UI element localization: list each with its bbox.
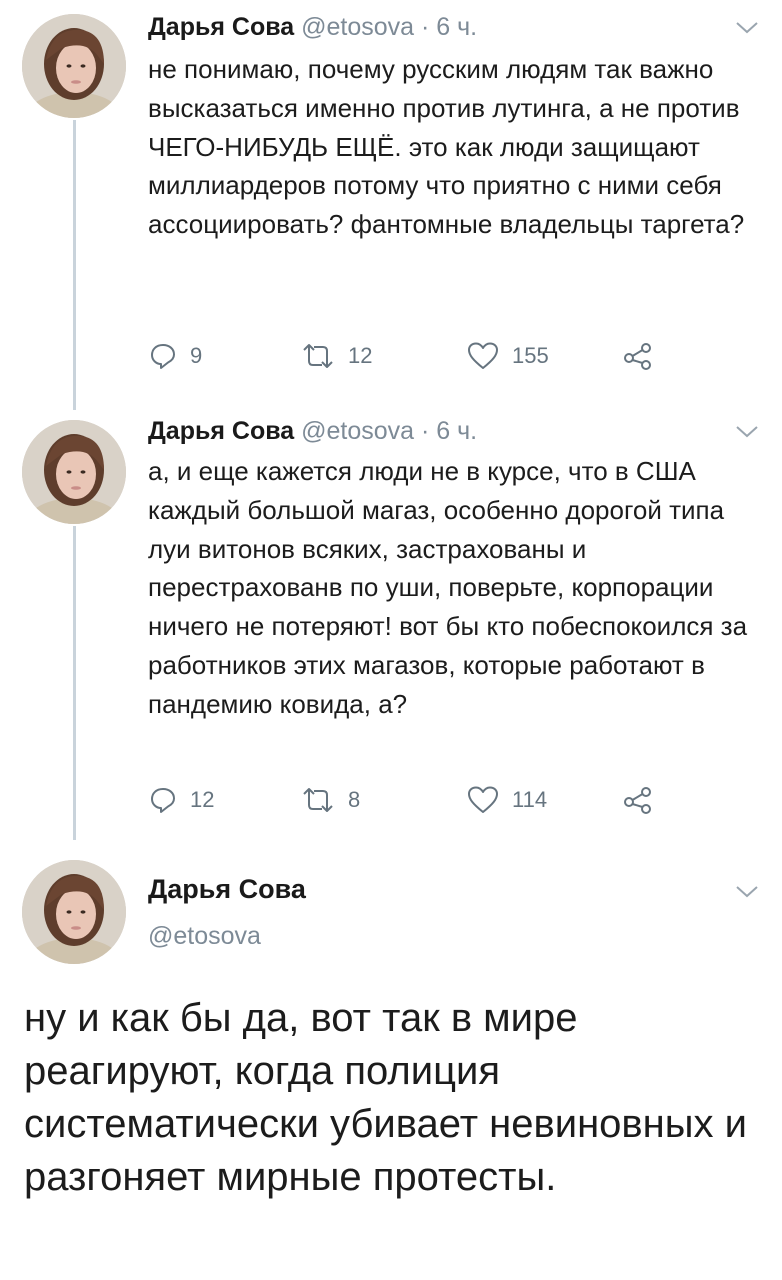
main-tweet[interactable]: Дарья Сова @etosova ну и как бы да, вот … [0,850,782,1280]
share-button[interactable] [622,338,654,374]
chevron-down-icon[interactable] [734,20,760,36]
heart-icon [468,342,498,369]
reply-icon [151,788,175,813]
retweet-count: 8 [348,787,361,812]
reply-icon [151,344,175,369]
share-icon [624,343,651,370]
reply-count: 9 [190,343,203,368]
heart-icon [468,786,498,813]
tweet-actions: 9 12 155 [148,338,668,374]
thread-tweet-2[interactable]: Дарья Сова @etosova · 6 ч. а, и еще каже… [0,410,782,850]
retweet-icon [303,788,333,812]
like-button[interactable]: 155 [466,338,549,374]
author-name[interactable]: Дарья Сова [148,874,306,905]
tweet-text: ну и как бы да, вот так в мире реагируют… [24,996,747,1199]
tweet-header: Дарья Сова @etosova · 6 ч. [148,12,477,42]
reply-count: 12 [190,787,215,812]
avatar[interactable] [22,420,126,524]
reply-button[interactable]: 9 [148,338,202,374]
share-button[interactable] [622,782,654,818]
author-meta: @etosova · 6 ч. [301,417,478,445]
tweet-text: а, и еще кажется люди не в курсе, что в … [148,456,748,719]
tweet-text: не понимаю, почему русским людям так важ… [148,54,745,240]
like-button[interactable]: 114 [466,782,547,818]
tweet-actions: 12 8 114 [148,782,668,818]
thread-tweet-1[interactable]: Дарья Сова @etosova · 6 ч. не понимаю, п… [0,0,782,410]
author-meta: @etosova · 6 ч. [301,13,478,41]
like-count: 114 [512,787,548,812]
chevron-down-icon[interactable] [734,424,760,440]
avatar[interactable] [22,860,126,964]
avatar[interactable] [22,14,126,118]
author-name[interactable]: Дарья Сова [148,417,294,445]
tweet-header: Дарья Сова @etosova · 6 ч. [148,416,477,446]
share-icon [624,787,651,814]
reply-button[interactable]: 12 [148,782,214,818]
retweet-button[interactable]: 8 [300,782,360,818]
retweet-count: 12 [348,343,373,368]
author-handle[interactable]: @etosova [148,922,261,951]
chevron-down-icon[interactable] [734,884,760,900]
author-name[interactable]: Дарья Сова [148,13,294,41]
thread-line [73,120,76,410]
retweet-icon [303,344,333,368]
like-count: 155 [512,343,549,368]
retweet-button[interactable]: 12 [300,338,372,374]
thread-line [73,526,76,840]
